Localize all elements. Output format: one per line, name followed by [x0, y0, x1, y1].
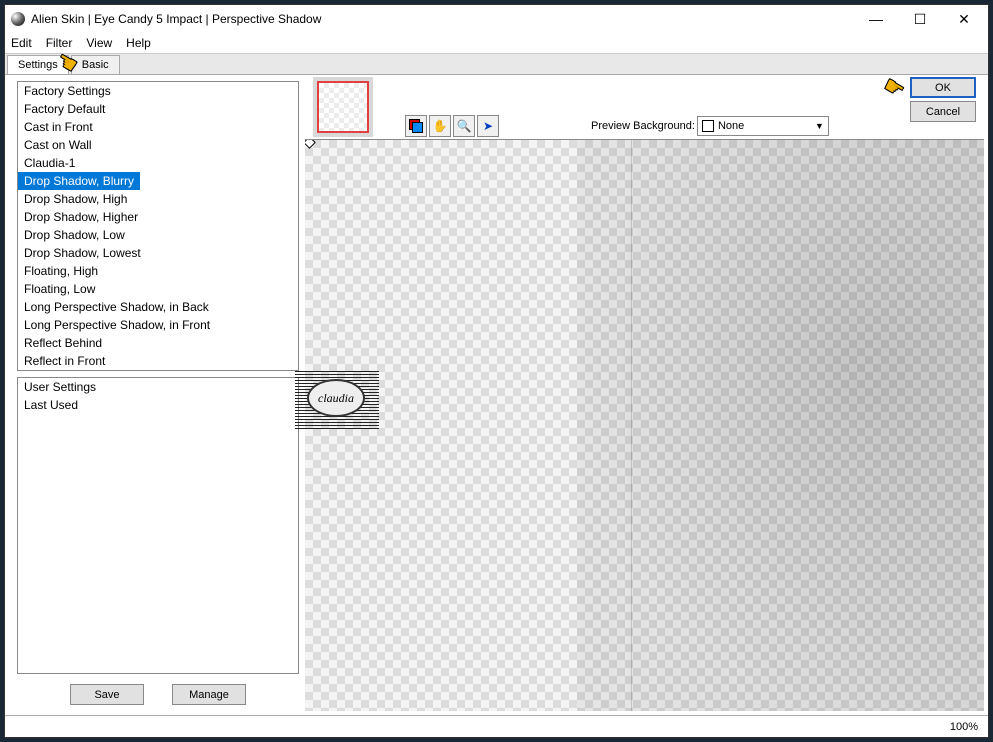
chevron-down-icon: ▼ — [815, 121, 824, 131]
list-item[interactable]: Floating, Low — [18, 280, 298, 298]
resize-handle[interactable] — [305, 139, 316, 149]
menu-filter[interactable]: Filter — [46, 36, 73, 50]
hand-icon: ✋ — [433, 119, 448, 133]
list-item[interactable]: Long Perspective Shadow, in Front — [18, 316, 298, 334]
list-item[interactable]: Factory Default — [18, 100, 298, 118]
save-button[interactable]: Save — [70, 684, 144, 705]
list-header-user: User Settings — [18, 378, 298, 396]
menu-help[interactable]: Help — [126, 36, 151, 50]
user-settings-list[interactable]: User SettingsLast Used — [17, 377, 299, 674]
preview-canvas[interactable] — [305, 139, 984, 711]
list-item[interactable]: Drop Shadow, High — [18, 190, 298, 208]
window-title: Alien Skin | Eye Candy 5 Impact | Perspe… — [31, 12, 854, 26]
preview-thumbnail[interactable] — [313, 77, 373, 137]
list-item[interactable]: Reflect Behind — [18, 334, 298, 352]
app-icon — [11, 12, 25, 26]
arrow-icon: ➤ — [483, 119, 493, 133]
minimize-button[interactable]: — — [854, 5, 898, 33]
list-item[interactable]: Floating, High — [18, 262, 298, 280]
factory-settings-list[interactable]: Factory SettingsFactory DefaultCast in F… — [17, 81, 299, 371]
ok-button[interactable]: OK — [910, 77, 976, 98]
menu-edit[interactable]: Edit — [11, 36, 32, 50]
list-item[interactable]: Drop Shadow, Low — [18, 226, 298, 244]
list-header-factory: Factory Settings — [18, 82, 298, 100]
pointer-tool[interactable]: ➤ — [477, 115, 499, 137]
titlebar: Alien Skin | Eye Candy 5 Impact | Perspe… — [5, 5, 988, 33]
list-item[interactable]: Drop Shadow, Higher — [18, 208, 298, 226]
list-item[interactable]: Drop Shadow, Blurry — [18, 172, 140, 190]
list-item[interactable]: Cast in Front — [18, 118, 298, 136]
maximize-button[interactable]: ☐ — [898, 5, 942, 33]
preview-bg-value: None — [718, 120, 744, 132]
list-item[interactable]: Long Perspective Shadow, in Back — [18, 298, 298, 316]
magnifier-icon: 🔍 — [457, 119, 472, 133]
color-swatch-icon — [409, 119, 423, 133]
zoom-tool[interactable]: 🔍 — [453, 115, 475, 137]
pointer-ok-icon: ☛ — [879, 72, 909, 104]
preview-bg-label: Preview Background: — [591, 120, 695, 132]
list-item[interactable]: Last Used — [18, 396, 298, 414]
manage-button[interactable]: Manage — [172, 684, 246, 705]
tab-basic[interactable]: Basic — [71, 55, 120, 74]
swatch-icon — [702, 120, 714, 132]
list-item[interactable]: Reflect in Front — [18, 352, 298, 370]
close-button[interactable]: ✕ — [942, 5, 986, 33]
list-item[interactable]: Drop Shadow, Lowest — [18, 244, 298, 262]
cancel-button[interactable]: Cancel — [910, 101, 976, 122]
preview-bg-select[interactable]: None ▼ — [697, 116, 829, 136]
menubar: Edit Filter View Help — [5, 33, 988, 53]
menu-view[interactable]: View — [86, 36, 112, 50]
tabs-row: Settings Basic ☛ — [5, 53, 988, 75]
list-item[interactable]: Claudia-1 — [18, 154, 298, 172]
status-bar: 100% — [5, 715, 988, 737]
tab-settings[interactable]: Settings — [7, 55, 69, 74]
list-item[interactable]: Cast on Wall — [18, 136, 298, 154]
hand-tool[interactable]: ✋ — [429, 115, 451, 137]
color-picker-tool[interactable] — [405, 115, 427, 137]
zoom-level: 100% — [950, 721, 978, 733]
